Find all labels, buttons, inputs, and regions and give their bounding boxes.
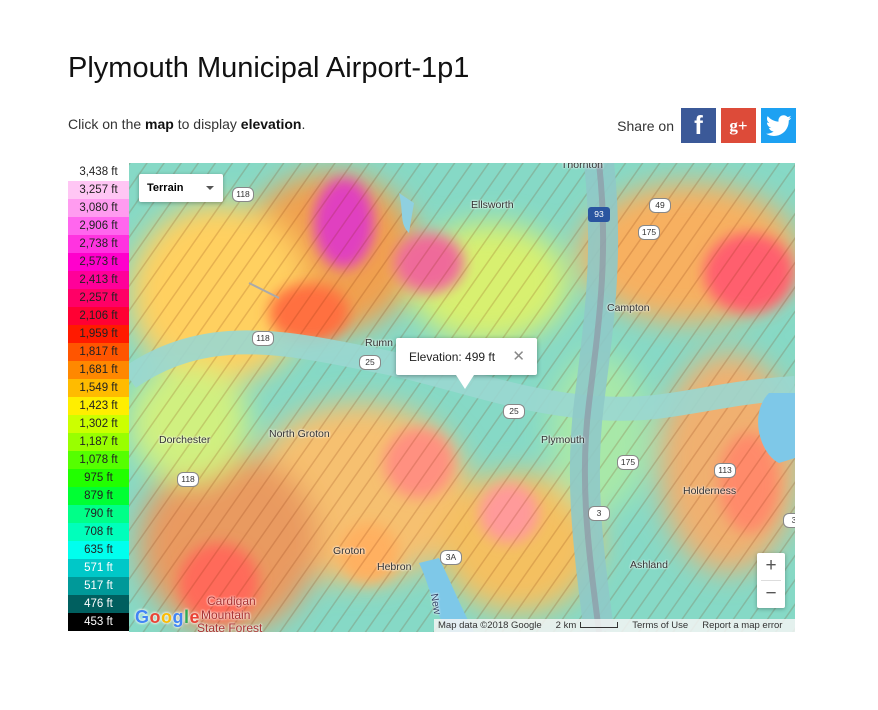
interstate-shield: 93 (588, 207, 610, 222)
route-shield: 113 (714, 463, 736, 478)
chevron-down-icon (206, 186, 214, 190)
legend-row: 1,078 ft (68, 451, 129, 469)
google-plus-icon: g+ (729, 115, 748, 135)
terrain-layer (129, 163, 795, 632)
route-shield: 3 (783, 513, 795, 528)
legend-row: 1,817 ft (68, 343, 129, 361)
elevation-legend: 3,438 ft 3,257 ft 3,080 ft 2,906 ft 2,738 ft… (68, 163, 129, 632)
legend-row: 1,959 ft (68, 325, 129, 343)
legend-row: 2,106 ft (68, 307, 129, 325)
zoom-in-button[interactable]: + (757, 553, 785, 580)
google-plus-share-button[interactable]: g+ (721, 108, 756, 143)
route-shield: 49 (649, 198, 671, 213)
scale-bar (580, 622, 619, 629)
place-thornton: Thornton (561, 163, 604, 171)
place-ashland: Ashland (630, 559, 668, 571)
infowindow-pointer (456, 375, 474, 389)
legend-row: 790 ft (68, 505, 129, 523)
legend-row: 3,438 ft (68, 163, 129, 181)
place-ellsworth: Ellsworth (471, 199, 514, 211)
legend-row: 453 ft (68, 613, 129, 631)
place-campton: Campton (607, 302, 650, 314)
close-icon[interactable]: ✕ (512, 347, 525, 365)
legend-row: 975 ft (68, 469, 129, 487)
share-bar: Share on f g+ (617, 108, 796, 143)
legend-row: 2,738 ft (68, 235, 129, 253)
place-rumney: Rumn (365, 337, 394, 349)
google-logo[interactable]: Google (135, 607, 200, 628)
terms-link[interactable]: Terms of Use (632, 620, 688, 631)
place-cardigan: Cardigan (207, 594, 256, 608)
intro-map-word: map (145, 116, 174, 132)
legend-row: 635 ft (68, 541, 129, 559)
elevation-map[interactable]: Terrain Thornton Ellsworth Campton Rumn … (129, 163, 795, 632)
map-type-dropdown[interactable]: Terrain (139, 174, 223, 202)
legend-row: 3,257 ft (68, 181, 129, 199)
page-title: Plymouth Municipal Airport-1p1 (68, 52, 470, 84)
route-shield: 175 (638, 225, 660, 240)
map-data-credit[interactable]: Map data ©2018 Google (438, 620, 542, 631)
legend-row: 2,573 ft (68, 253, 129, 271)
facebook-share-button[interactable]: f (681, 108, 716, 143)
share-label: Share on (617, 117, 674, 134)
legend-row: 517 ft (68, 577, 129, 595)
route-shield: 175 (617, 455, 639, 470)
map-type-label: Terrain (147, 182, 184, 194)
route-shield: 118 (177, 472, 199, 487)
legend-row: 879 ft (68, 487, 129, 505)
zoom-out-button[interactable]: − (757, 581, 785, 608)
legend-row: 3,080 ft (68, 199, 129, 217)
report-map-error-link[interactable]: Report a map error (702, 620, 782, 631)
legend-row: 571 ft (68, 559, 129, 577)
route-shield: 25 (503, 404, 525, 419)
route-shield: 118 (232, 187, 254, 202)
route-shield: 118 (252, 331, 274, 346)
intro-text: Click on the map to display elevation. (68, 116, 306, 132)
legend-row: 476 ft (68, 595, 129, 613)
place-north-groton: North Groton (269, 428, 330, 440)
elevation-readout: Elevation: 499 ft (409, 349, 496, 364)
place-mountain: Mountain (201, 608, 251, 622)
route-shield: 25 (359, 355, 381, 370)
twitter-share-button[interactable] (761, 108, 796, 143)
place-state-forest: State Forest (197, 621, 263, 632)
legend-row: 1,302 ft (68, 415, 129, 433)
legend-row: 1,681 ft (68, 361, 129, 379)
map-attribution: Map data ©2018 Google 2 km Terms of Use … (434, 619, 795, 632)
legend-row: 1,423 ft (68, 397, 129, 415)
route-shield: 3A (440, 550, 462, 565)
legend-row: 2,413 ft (68, 271, 129, 289)
place-hebron: Hebron (377, 561, 412, 573)
place-groton: Groton (333, 545, 366, 557)
legend-row: 2,906 ft (68, 217, 129, 235)
place-holderness: Holderness (683, 485, 737, 497)
route-shield: 3 (588, 506, 610, 521)
zoom-control: + − (757, 553, 785, 608)
legend-row: 1,187 ft (68, 433, 129, 451)
twitter-icon (765, 114, 792, 136)
place-plymouth: Plymouth (541, 434, 585, 446)
legend-row: 2,257 ft (68, 289, 129, 307)
facebook-icon: f (694, 110, 703, 140)
place-dorchester: Dorchester (159, 434, 211, 446)
legend-row: 1,549 ft (68, 379, 129, 397)
legend-row: 708 ft (68, 523, 129, 541)
intro-elevation-word: elevation (240, 116, 302, 132)
elevation-infowindow: Elevation: 499 ft ✕ (396, 338, 537, 389)
scale-indicator[interactable]: 2 km (556, 620, 619, 631)
